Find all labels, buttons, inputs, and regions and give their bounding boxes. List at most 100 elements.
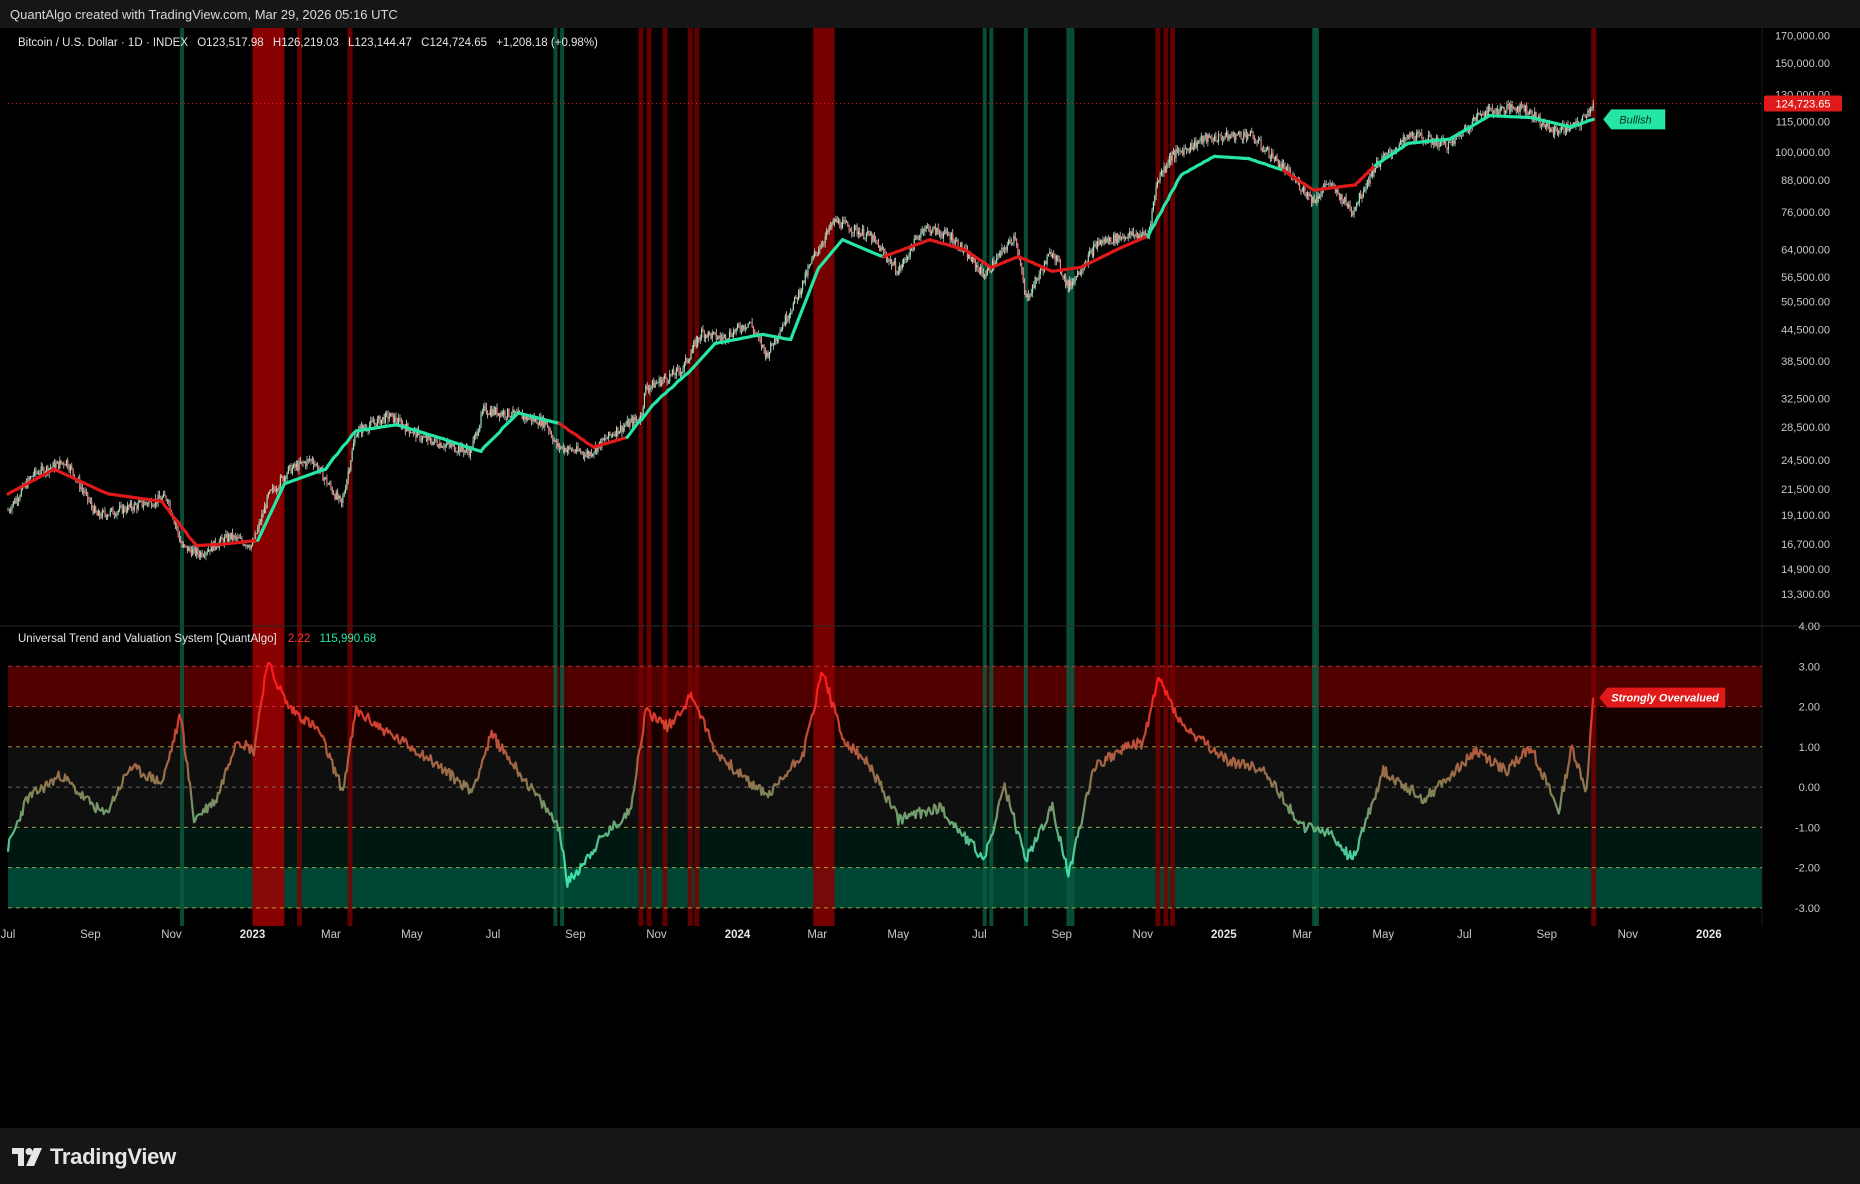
candle-body (549, 430, 551, 433)
candle-body (444, 444, 446, 448)
candle-body (1106, 238, 1108, 243)
price-axis[interactable]: 170,000.00150,000.00130,000.00115,000.00… (1775, 31, 1830, 602)
candle-body (1039, 269, 1042, 275)
candle-body (221, 537, 223, 540)
candle-body (675, 368, 677, 376)
candle-body (905, 258, 907, 260)
candle-body (126, 505, 129, 512)
candle-body (1104, 239, 1107, 243)
oscillator-axis[interactable]: 4.00 3.00 2.00 1.00 0.00 -1.00 -2.00 -3.00 (1795, 621, 1820, 915)
candle-body (14, 501, 16, 504)
candle-body (827, 230, 829, 232)
candle-body (334, 494, 336, 500)
trend-line-segment (1212, 154, 1251, 161)
candle-body (15, 498, 17, 504)
candle-body (1190, 142, 1192, 152)
candle-body (425, 436, 428, 441)
candle-body (243, 544, 246, 546)
price-tick-label: 88,000.00 (1781, 175, 1830, 187)
candle-body (1013, 235, 1015, 243)
candle-body (69, 465, 72, 471)
candle-body (699, 337, 701, 340)
candle-body (1235, 135, 1237, 140)
candle-body (1374, 167, 1376, 173)
candle-body (1114, 234, 1116, 243)
candle-body (1349, 204, 1351, 211)
indicator-score: 2.22 (288, 633, 310, 645)
candle-body (1589, 109, 1592, 113)
candle-body (20, 489, 22, 497)
candle-body (580, 450, 582, 453)
price-tick-label: 38,500.00 (1781, 356, 1830, 368)
undervalued-signal-line (553, 28, 558, 926)
candle-body (512, 409, 514, 417)
candle-body (269, 490, 271, 494)
candle-body (8, 510, 10, 512)
candle-body (148, 501, 150, 505)
tradingview-logo[interactable]: TradingView (12, 1144, 176, 1170)
candle-body (275, 489, 278, 492)
oscillator-tick-label: 3.00 (1799, 661, 1820, 673)
candle-body (1491, 108, 1493, 112)
time-axis[interactable]: Jul Sep Nov 2023 Mar May Jul Sep Nov 2024 Mar May Ju… (1, 929, 1722, 941)
chart-svg[interactable]: 170,000.00150,000.00130,000.00115,000.00… (0, 28, 1860, 1128)
candle-body (391, 413, 393, 415)
trend-line-segment (1488, 114, 1533, 120)
candle-body (263, 506, 266, 514)
candle-body (1241, 138, 1244, 140)
candle-body (11, 505, 13, 511)
candle-body (1382, 155, 1384, 157)
candle-body (1090, 249, 1092, 252)
candle-body (554, 440, 557, 442)
candle-body (1499, 107, 1501, 112)
candle-body (1178, 149, 1180, 152)
candle-body (794, 296, 796, 304)
candle-body (1164, 166, 1166, 170)
candle-body (941, 236, 943, 238)
candle-body (1500, 107, 1503, 108)
time-tick-label: Jul (1, 929, 16, 941)
candle-body (853, 225, 856, 233)
candle-body (267, 493, 270, 496)
candle-body (239, 537, 242, 539)
candle-body (1502, 107, 1504, 108)
candle-body (439, 442, 441, 448)
candle-body (1475, 116, 1477, 121)
candle-body (193, 546, 195, 550)
candle-body (119, 506, 121, 511)
candle-body (1128, 231, 1131, 235)
candle-body (285, 476, 287, 479)
candle-body (1232, 132, 1234, 137)
candle-body (1259, 139, 1261, 141)
time-tick-label: May (401, 929, 423, 941)
candle-body (343, 492, 345, 497)
candle-body (489, 409, 491, 415)
candle-body (257, 527, 259, 534)
candle-body (1554, 125, 1556, 135)
candle-body (382, 417, 384, 420)
candle-body (693, 343, 695, 350)
candle-body (499, 413, 501, 417)
candle-body (892, 264, 894, 266)
candle-body (887, 258, 889, 262)
candle-body (202, 555, 204, 557)
candle-body (1421, 133, 1423, 138)
candle-body (879, 245, 881, 252)
candle-body (767, 352, 769, 358)
candle-body (980, 266, 982, 274)
candle-body (1582, 115, 1584, 121)
candle-body (111, 508, 113, 511)
candle-body (299, 461, 301, 464)
oscillator-tick-label: 0.00 (1799, 782, 1820, 794)
candle-body (64, 464, 66, 466)
candle-body (802, 280, 804, 290)
chart-area[interactable]: 170,000.00 150,000.00 130,000.00 115,000.00… (0, 28, 1860, 1128)
candle-body (63, 462, 65, 465)
candle-body (181, 542, 183, 547)
price-tick-label: 150,000.00 (1775, 58, 1830, 70)
candle-body (354, 437, 356, 444)
candle-body (177, 527, 179, 534)
candle-body (1356, 202, 1358, 208)
candle-body (83, 490, 85, 493)
candle-body (667, 381, 670, 383)
